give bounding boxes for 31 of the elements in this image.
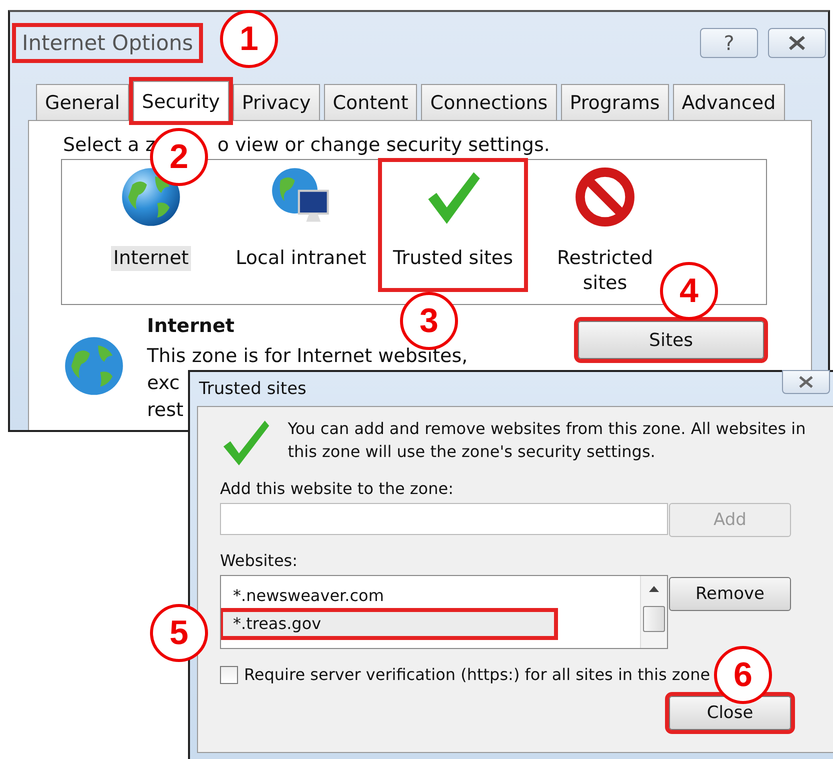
tab[interactable]: Advanced (672, 84, 785, 120)
checkbox[interactable] (220, 666, 238, 684)
zone-item[interactable]: Local intranet (226, 162, 376, 277)
checkbox-label: Require server verification (https:) for all sites in this zone (244, 665, 710, 684)
tab[interactable]: Privacy (232, 84, 320, 120)
zone-description: rest (147, 399, 184, 423)
tab[interactable]: Content (324, 84, 418, 120)
zone-item[interactable]: Trusted sites (382, 162, 524, 288)
tab[interactable]: General (36, 84, 129, 120)
tab[interactable]: Programs (560, 84, 669, 120)
prohibited-icon (574, 166, 636, 228)
field-label: Add this website to the zone: (220, 479, 454, 500)
close-button[interactable] (782, 370, 830, 394)
website-input-field[interactable] (220, 503, 668, 535)
callout-number: 5 (150, 604, 208, 662)
list-label: Websites: (220, 551, 299, 572)
close-button[interactable] (768, 28, 826, 58)
website-item[interactable]: *.newsweaver.com (221, 582, 556, 610)
help-button[interactable]: ? (700, 28, 758, 58)
globe-icon (63, 335, 125, 397)
zone-title: Internet (147, 315, 234, 339)
scroll-up-icon[interactable] (649, 586, 659, 592)
instruction-text: o view or change security settings. (217, 134, 550, 156)
scrollbar-thumb[interactable] (643, 606, 665, 632)
website-item[interactable]: *.treas.gov (221, 610, 556, 638)
tab[interactable]: Connections (421, 84, 557, 120)
remove-button[interactable]: Remove (669, 577, 791, 611)
dialog-title: Trusted sites (199, 379, 306, 399)
zone-description: exc (147, 372, 180, 396)
dialog-message: You can add and remove websites from this zone. All websites in this zone will use the zone's security settings. (288, 418, 807, 463)
scrollbar[interactable] (640, 576, 667, 648)
